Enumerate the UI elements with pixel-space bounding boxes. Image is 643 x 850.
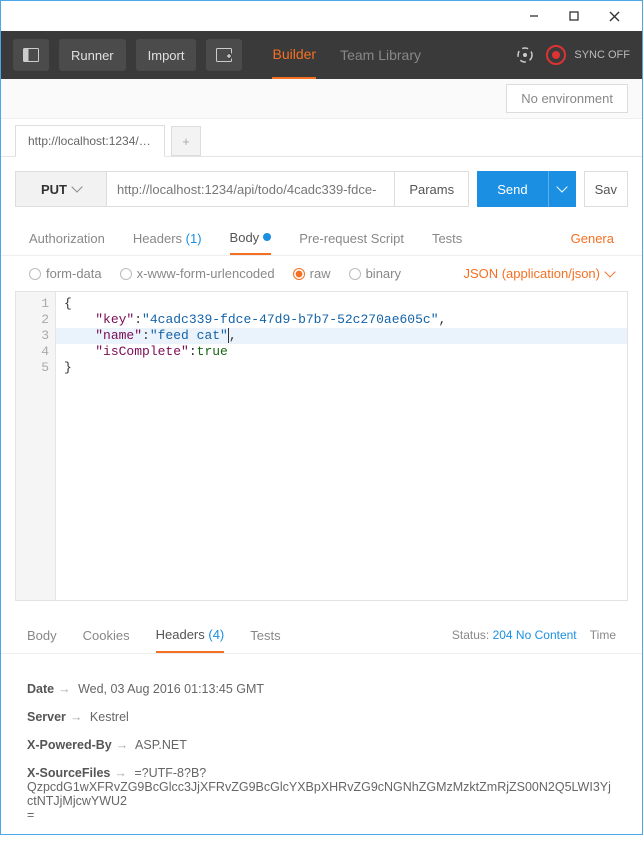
headers-count: (1) <box>186 231 202 246</box>
request-tab[interactable]: http://localhost:1234/api/to <box>15 125 165 157</box>
tab-headers[interactable]: Headers (1) <box>133 221 202 255</box>
save-button[interactable]: Sav <box>584 171 628 207</box>
new-tab-button[interactable] <box>206 39 242 71</box>
chevron-down-icon <box>604 266 615 277</box>
label-raw: raw <box>310 266 331 281</box>
label-form-data: form-data <box>46 266 102 281</box>
send-dropdown[interactable] <box>548 171 576 207</box>
raw-type-label: JSON (application/json) <box>463 266 600 281</box>
raw-type-selector[interactable]: JSON (application/json) <box>463 266 614 281</box>
environment-row: No environment <box>1 79 642 119</box>
environment-selector[interactable]: No environment <box>506 84 628 113</box>
chevron-down-icon <box>556 181 567 192</box>
runner-button[interactable]: Runner <box>59 39 126 71</box>
body-type-form-data[interactable]: form-data <box>29 266 102 281</box>
request-row: PUT http://localhost:1234/api/todo/4cadc… <box>1 157 642 221</box>
resp-headers-count: (4) <box>208 627 224 642</box>
tab-body[interactable]: Body <box>230 221 272 255</box>
main-nav: Builder Team Library <box>272 31 421 79</box>
generate-code-link[interactable]: Genera <box>571 231 614 246</box>
tab-headers-label: Headers <box>133 231 182 246</box>
body-type-raw[interactable]: raw <box>293 266 331 281</box>
response-header-row: Date→ Wed, 03 Aug 2016 01:13:45 GMT <box>27 682 616 696</box>
sync-status[interactable]: SYNC OFF <box>546 45 630 65</box>
sync-target-icon[interactable] <box>516 46 534 64</box>
nav-team-library[interactable]: Team Library <box>340 31 421 79</box>
request-subtabs: Authorization Headers (1) Body Pre-reque… <box>1 221 642 256</box>
window-maximize[interactable] <box>554 2 594 30</box>
response-header-row: X-Powered-By→ ASP.NET <box>27 738 616 752</box>
request-tab-row: http://localhost:1234/api/to + <box>1 119 642 157</box>
tab-pre-request-script[interactable]: Pre-request Script <box>299 221 404 255</box>
modified-dot-icon <box>263 233 271 241</box>
editor-gutter: 12345 <box>16 292 56 600</box>
response-tabs: Body Cookies Headers (4) Tests Status: 2… <box>1 617 642 654</box>
resp-tab-tests[interactable]: Tests <box>250 617 280 653</box>
sidebar-toggle-button[interactable] <box>13 39 49 71</box>
response-header-row: Server→ Kestrel <box>27 710 616 724</box>
params-button[interactable]: Params <box>395 171 469 207</box>
tab-body-label: Body <box>230 230 260 245</box>
radio-icon <box>29 268 41 280</box>
body-type-row: form-data x-www-form-urlencoded raw bina… <box>1 256 642 291</box>
time-label: Time <box>590 628 616 642</box>
label-urlenc: x-www-form-urlencoded <box>137 266 275 281</box>
http-method-label: PUT <box>41 182 67 197</box>
response-status: Status: 204 No Content Time <box>452 628 616 642</box>
body-editor[interactable]: 12345 { "key":"4cadc339-fdce-47d9-b7b7-5… <box>15 291 628 601</box>
nav-builder[interactable]: Builder <box>272 31 316 79</box>
resp-headers-label: Headers <box>156 627 205 642</box>
tab-tests[interactable]: Tests <box>432 221 462 255</box>
add-request-tab[interactable]: + <box>171 126 201 156</box>
request-url-input[interactable]: http://localhost:1234/api/todo/4cadc339-… <box>107 171 395 207</box>
chevron-down-icon <box>71 181 82 192</box>
resp-tab-cookies[interactable]: Cookies <box>83 617 130 653</box>
response-headers-list: Date→ Wed, 03 Aug 2016 01:13:45 GMT Serve… <box>1 654 642 850</box>
radio-icon <box>349 268 361 280</box>
window-titlebar <box>1 1 642 31</box>
label-binary: binary <box>366 266 401 281</box>
http-method-selector[interactable]: PUT <box>15 171 107 207</box>
body-type-binary[interactable]: binary <box>349 266 401 281</box>
status-value: 204 No Content <box>493 628 577 642</box>
topbar: Runner Import Builder Team Library SYNC … <box>1 31 642 79</box>
radio-icon <box>120 268 132 280</box>
tab-authorization[interactable]: Authorization <box>29 221 105 255</box>
resp-tab-body[interactable]: Body <box>27 617 57 653</box>
import-button[interactable]: Import <box>136 39 197 71</box>
editor-code[interactable]: { "key":"4cadc339-fdce-47d9-b7b7-52c270a… <box>56 292 627 600</box>
resp-tab-headers[interactable]: Headers (4) <box>156 617 225 653</box>
radio-on-icon <box>293 268 305 280</box>
body-type-urlencoded[interactable]: x-www-form-urlencoded <box>120 266 275 281</box>
sync-label: SYNC OFF <box>574 49 630 61</box>
window-close[interactable] <box>594 2 634 30</box>
response-header-row: X-SourceFiles→ =?UTF-8?B?QzpcdG1wXFRvZG9… <box>27 766 616 822</box>
window-minimize[interactable] <box>514 2 554 30</box>
send-button[interactable]: Send <box>477 171 547 207</box>
status-label: Status: <box>452 628 489 642</box>
sync-off-icon <box>546 45 566 65</box>
